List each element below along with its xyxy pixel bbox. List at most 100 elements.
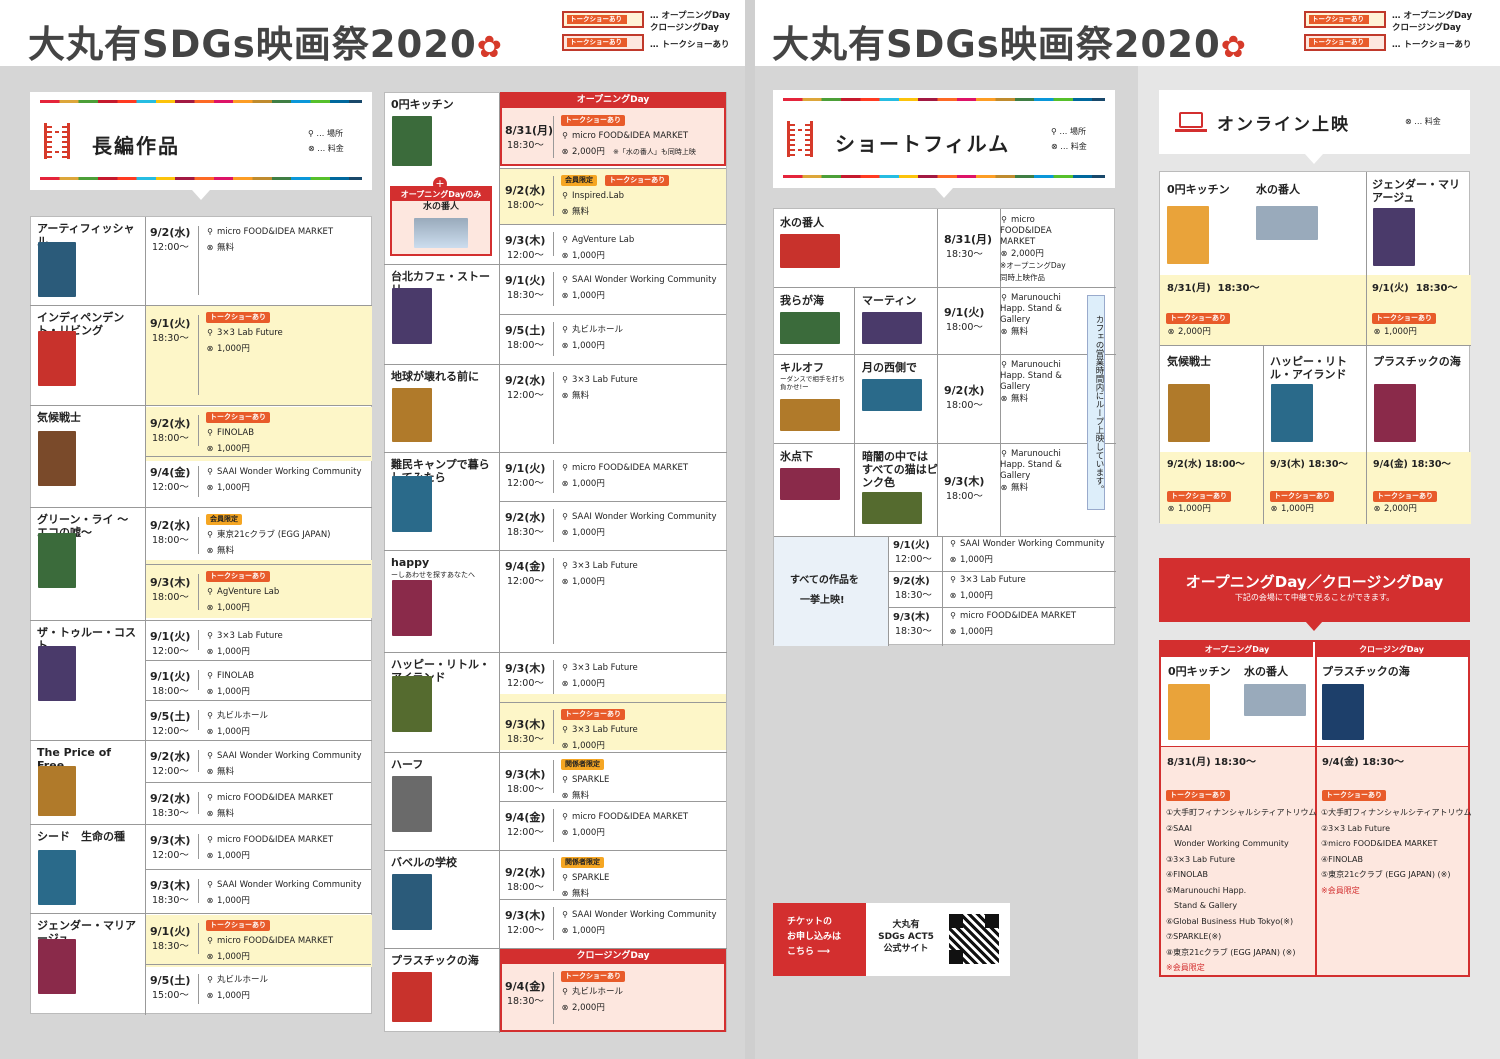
row-divider	[384, 948, 727, 949]
show-divider	[500, 501, 726, 502]
venue-list: ①大手町フィナンシャルシティアトリウム ②SAAI Wonder Working …	[1166, 805, 1317, 976]
film-title: 気候戦士	[37, 411, 81, 424]
show-time: 18:00〜	[152, 591, 189, 603]
show-time: 12:00〜	[507, 925, 544, 936]
venue-item: ①大手町フィナンシャルシティアトリウム	[1321, 808, 1472, 817]
show-info: ⚲ micro FOOD&IDEA MARKET ⊗ 1,000円	[949, 608, 1076, 640]
show-date: 9/1(火)	[944, 305, 985, 319]
poster-image	[392, 676, 432, 732]
show-time: 12:00〜	[507, 250, 544, 261]
show-date: 9/2(水)	[150, 519, 191, 532]
short-header: ショートフィルム ⚲ … 場所 ⊗ … 料金	[773, 90, 1115, 188]
show-date: 9/2(水)	[944, 383, 985, 397]
show-divider	[145, 456, 371, 457]
show-time: 18:00〜	[946, 490, 983, 502]
ocd-opening-label: オープニングDay	[1161, 642, 1313, 657]
pin-icon: ⚲	[207, 428, 213, 437]
poster-image	[38, 939, 76, 994]
show-time: 12:00〜	[152, 850, 189, 861]
show-date: 9/4(金) 18:30〜	[1373, 459, 1451, 470]
divider	[553, 116, 554, 158]
film-title: ハッピー・リトル・アイランド	[1270, 355, 1347, 381]
show-date: 9/2(水)	[150, 750, 191, 763]
show-time: 12:00〜	[507, 478, 544, 489]
row-divider	[30, 740, 372, 741]
poster-image	[38, 331, 76, 386]
show-divider	[500, 801, 726, 802]
legend-tag-talk: トークショーあり	[562, 34, 644, 51]
film-title: キルオフ	[780, 361, 824, 374]
yen-icon: ⊗	[206, 851, 214, 860]
show-info: ⚲ 3×3 Lab Future ⊗ 1,000円	[206, 628, 283, 660]
yen-icon: ⊗	[561, 391, 569, 400]
show-info: ⚲ SAAI Wonder Working Community ⊗ 1,000円	[206, 877, 362, 909]
yen-icon: ⊗	[206, 990, 214, 1000]
film-title: 水の番人	[1256, 183, 1300, 196]
show-divider	[145, 563, 371, 565]
feature-header: 長編作品 ⚲ … 場所 ⊗ … 料金	[30, 92, 372, 190]
header-pointer	[192, 190, 210, 200]
divider	[553, 176, 554, 216]
qr-code[interactable]	[949, 914, 999, 964]
show-info: ⚲ SAAI Wonder Working Community ⊗ 1,000円	[561, 907, 717, 939]
festival-logo: 大丸有SDGs映画祭2020✿	[28, 23, 503, 66]
venue-item: ④FINOLAB	[1321, 854, 1364, 864]
yen-icon: ⊗	[1373, 327, 1381, 336]
show-info: ⚲ 3×3 Lab Future ⊗ 無料	[561, 372, 638, 404]
show-info: ⚲ micro FOOD&IDEA MARKET ⊗ 1,000円	[206, 832, 333, 864]
ticket-box: チケットの お申し込みは こちら ⟶ 大丸有 SDGs ACT5 公式サイト	[773, 903, 1010, 976]
yen-icon: ⊗	[206, 809, 214, 818]
row-divider	[30, 405, 372, 406]
show-info: ⚲ micro FOOD&IDEA MARKET ⊗ 2,000円 ※オープニングDay…	[1000, 215, 1066, 282]
pin-icon: ⚲	[1001, 293, 1007, 302]
poster-image	[392, 288, 432, 344]
badge: トークショーあり	[1166, 313, 1230, 324]
venue-item: ②3×3 Lab Future	[1321, 823, 1391, 833]
show-time: 12:00〜	[507, 576, 544, 587]
pin-icon: ⚲	[207, 751, 213, 760]
show-info: ⚲ 丸ビルホール ⊗ 1,000円	[561, 322, 623, 354]
show-date: 9/3(木)	[505, 662, 546, 675]
show-date: 9/2(水)	[150, 792, 191, 805]
divider	[553, 272, 554, 306]
pin-icon: ⚲	[562, 191, 568, 200]
fee: ⊗ 1,000円	[1373, 324, 1417, 340]
pin-icon: ⚲	[562, 275, 568, 284]
pin-icon: ⚲	[207, 328, 213, 337]
show-time: 18:30〜	[507, 527, 544, 538]
pin-icon: ⚲	[562, 131, 568, 140]
show-divider	[500, 314, 726, 315]
show-info: トークショーあり ⚲ AgVenture Lab ⊗ 1,000円	[206, 568, 279, 616]
divider	[553, 972, 554, 1024]
show-time: 12:00〜	[152, 646, 189, 657]
pin-icon: ⚲	[562, 873, 568, 882]
feature-title: 長編作品	[92, 134, 180, 158]
show-time: 18:00〜	[152, 686, 189, 697]
poster-image	[38, 646, 76, 701]
yen-icon: ⊗	[1000, 483, 1008, 492]
show-info: ⚲ 丸ビルホール ⊗ 1,000円	[206, 708, 268, 740]
venue-item: ①大手町フィナンシャルシティアトリウム	[1166, 808, 1317, 817]
show-date: 9/4(金)	[505, 980, 546, 993]
pin-icon: ⚲	[562, 325, 568, 334]
show-date: 9/1(火)	[505, 462, 546, 475]
show-divider	[145, 868, 371, 870]
show-divider	[500, 899, 726, 900]
ocd-header: オープニングDay／クロージングDay 下記の会場にて中継で見ることができます。	[1159, 558, 1470, 622]
show-date: 9/1(火)	[150, 317, 191, 330]
pin-icon: ⚲	[207, 835, 213, 844]
show-date: 9/1(火) 18:30〜	[1372, 283, 1458, 294]
ocd-closing-label: クロージングDay	[1315, 642, 1468, 657]
yen-icon: ⊗	[1270, 504, 1278, 513]
loop-note: カフェの営業時間内にループ上映しています。	[1087, 295, 1105, 510]
header-legend-2: トークショーあり… オープニングDay クロージングDay トークショーあり… ト…	[1304, 10, 1472, 56]
member-note: ※会員限定	[1321, 885, 1360, 895]
yen-icon: ⊗	[561, 926, 569, 935]
badge: トークショーあり	[206, 412, 270, 423]
divider	[553, 509, 554, 542]
poster-image	[780, 399, 840, 431]
yen-icon: ⊗	[1167, 504, 1175, 513]
show-date: 9/1(火)	[150, 925, 191, 938]
show-date: 9/4(金) 18:30〜	[1322, 757, 1405, 768]
pin-icon: ⚲	[562, 987, 568, 996]
